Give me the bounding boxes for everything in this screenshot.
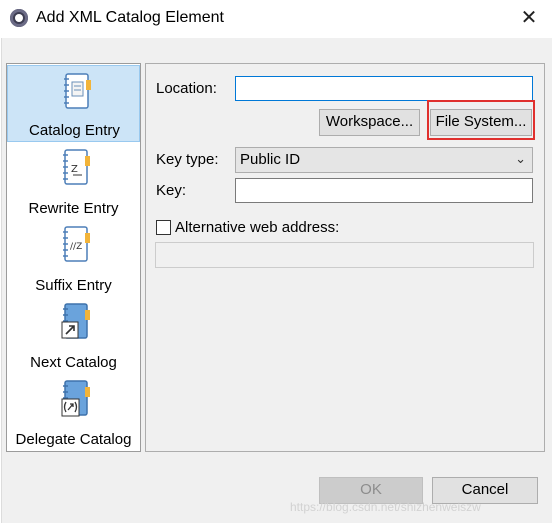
list-item-label: Suffix Entry [35,277,112,294]
key-label: Key: [156,182,187,199]
location-label: Location: [156,80,217,97]
list-item-label: Next Catalog [30,354,117,371]
element-type-list: Catalog Entry Z Rewrite Entry //Z Suffix… [6,63,141,452]
list-item-label: Rewrite Entry [28,200,119,217]
alternative-web-address-input[interactable] [155,242,534,268]
key-type-label: Key type: [156,151,219,168]
close-icon[interactable]: ✕ [518,6,540,30]
key-input[interactable] [235,178,533,203]
list-item-rewrite-entry[interactable]: Z Rewrite Entry [7,142,140,219]
alternative-web-address-label: Alternative web address: [175,219,340,236]
window-title: Add XML Catalog Element [36,9,224,26]
app-icon [10,9,28,27]
svg-text://Z: //Z [70,242,82,252]
delegate-catalog-icon [61,380,90,417]
list-item-suffix-entry[interactable]: //Z Suffix Entry [7,219,140,296]
key-type-value: Public ID [240,151,301,168]
rewrite-entry-icon: Z [63,149,90,185]
list-item-label: Delegate Catalog [15,431,132,448]
catalog-entry-icon [64,73,91,109]
watermark: https://blog.csdn.net/shizhenweiszw [290,500,481,514]
list-item-label: Catalog Entry [29,122,120,139]
location-input[interactable] [235,76,533,101]
key-type-select[interactable]: Public ID ⌄ [235,147,533,173]
chevron-down-icon: ⌄ [515,151,526,166]
highlight-annotation [427,100,535,140]
suffix-entry-icon: //Z [63,226,90,262]
list-item-next-catalog[interactable]: Next Catalog [7,296,140,373]
alternative-web-address-checkbox[interactable] [156,220,171,235]
next-catalog-icon [61,303,90,339]
list-item-catalog-entry[interactable]: Catalog Entry [7,65,140,142]
workspace-button[interactable]: Workspace... [319,109,420,136]
svg-text:Z: Z [71,164,78,175]
list-item-delegate-catalog[interactable]: Delegate Catalog [7,373,140,450]
